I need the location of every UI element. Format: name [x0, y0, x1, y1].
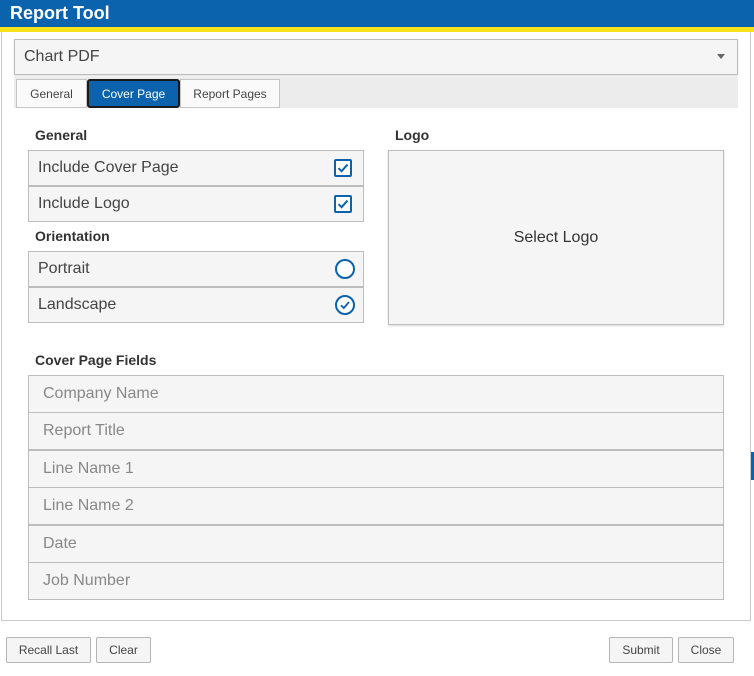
select-logo-label: Select Logo — [513, 228, 599, 246]
window-title: Report Tool — [10, 3, 110, 23]
include-logo-checkbox[interactable] — [334, 195, 352, 213]
include-cover-page-row[interactable]: Include Cover Page — [28, 150, 364, 186]
include-cover-page-checkbox[interactable] — [334, 159, 352, 177]
title-bar: Report Tool — [0, 0, 754, 27]
general-heading: General — [35, 127, 88, 143]
cover-page-fields-heading: Cover Page Fields — [35, 352, 157, 368]
portrait-radio[interactable] — [335, 259, 355, 279]
select-logo-button[interactable]: Select Logo — [388, 150, 724, 325]
include-logo-label: Include Logo — [38, 195, 130, 212]
line-name-1-field[interactable] — [28, 450, 724, 488]
orientation-heading: Orientation — [35, 228, 110, 244]
landscape-radio[interactable] — [335, 295, 355, 315]
tab-cover-page[interactable]: Cover Page — [87, 79, 180, 108]
logo-heading: Logo — [395, 127, 430, 143]
submit-button[interactable]: Submit — [609, 637, 673, 663]
job-number-field[interactable] — [28, 562, 724, 600]
tab-cover-page-label: Cover Page — [101, 86, 166, 101]
tab-bar: General Cover Page Report Pages — [14, 77, 738, 108]
chevron-down-icon — [717, 54, 725, 59]
report-type-select[interactable]: Chart PDF — [14, 39, 738, 75]
orientation-portrait-row[interactable]: Portrait — [28, 251, 364, 287]
checkmark-icon — [340, 301, 350, 310]
company-name-input[interactable] — [29, 376, 723, 412]
report-title-field[interactable] — [28, 412, 724, 450]
date-field[interactable] — [28, 525, 724, 563]
tab-report-pages[interactable]: Report Pages — [180, 79, 280, 108]
job-number-input[interactable] — [29, 563, 723, 599]
clear-button[interactable]: Clear — [96, 637, 151, 663]
orientation-landscape-row[interactable]: Landscape — [28, 287, 364, 323]
orientation-portrait-label: Portrait — [38, 260, 90, 277]
report-title-input[interactable] — [29, 413, 723, 449]
recall-last-button[interactable]: Recall Last — [6, 637, 91, 663]
tab-report-pages-label: Report Pages — [193, 86, 267, 101]
checkmark-icon — [337, 163, 349, 173]
line-name-2-field[interactable] — [28, 487, 724, 525]
company-name-field[interactable] — [28, 375, 724, 413]
report-type-value: Chart PDF — [24, 48, 100, 65]
line-name-2-input[interactable] — [29, 488, 723, 524]
tab-general[interactable]: General — [16, 79, 87, 108]
include-logo-row[interactable]: Include Logo — [28, 186, 364, 222]
line-name-1-input[interactable] — [29, 451, 723, 487]
orientation-landscape-label: Landscape — [38, 296, 117, 313]
date-input[interactable] — [29, 526, 723, 562]
checkmark-icon — [337, 199, 349, 209]
tab-general-label: General — [30, 86, 73, 101]
close-button[interactable]: Close — [678, 637, 734, 663]
include-cover-page-label: Include Cover Page — [38, 159, 179, 176]
